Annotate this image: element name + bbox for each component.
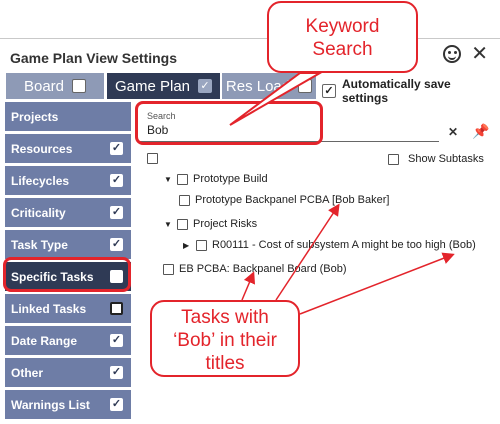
sidebar-item-criticality[interactable]: Criticality ✓ [5,198,131,227]
sidebar-item-label: Date Range [11,333,78,348]
sidebar-item-linked-tasks[interactable]: Linked Tasks [5,294,131,323]
smiley-icon[interactable] [443,45,462,63]
autosave-toggle[interactable]: ✓ Automatically save settings [322,77,500,105]
tree-item[interactable]: EB PCBA: Backpanel Board (Bob) [163,263,347,275]
tree-item[interactable]: Prototype Backpanel PCBA [Bob Baker] [179,194,389,206]
sidebar-item-label: Lifecycles [11,173,70,188]
dialog-title: Game Plan View Settings [10,50,178,66]
sidebar-checkbox[interactable]: ✓ [110,206,123,219]
show-subtasks-checkbox[interactable] [388,153,399,165]
expand-right-icon[interactable]: ▶ [183,241,191,250]
pin-icon[interactable]: 📌 [472,123,489,140]
tab-res-load-label: Res Load [225,77,291,95]
autosave-checkbox[interactable]: ✓ [322,84,336,98]
tab-board[interactable]: Board [6,73,104,99]
tab-game-plan-checkbox[interactable]: ✓ [198,79,213,93]
sidebar-item-lifecycles[interactable]: Lifecycles ✓ [5,166,131,195]
expand-down-icon[interactable]: ▼ [164,175,172,184]
specific-tasks-highlight-outline [3,257,131,292]
search-highlight-outline [135,101,323,145]
sidebar-item-projects[interactable]: Projects [5,102,131,131]
callout-text-line: titles [205,353,245,374]
dialog-header-icons: ✕ [443,44,488,64]
close-icon[interactable]: ✕ [471,44,488,64]
select-all-checkbox[interactable] [147,153,158,164]
callout-text-line: ‘Bob’ in their [173,330,277,351]
tree-item-label: R00111 - Cost of subsystem A might be to… [212,239,476,251]
callout-text-line: Tasks with [181,307,269,328]
sidebar-checkbox[interactable]: ✓ [110,238,123,251]
sidebar-checkbox[interactable]: ✓ [110,174,123,187]
expand-down-icon[interactable]: ▼ [164,220,172,229]
sidebar-item-date-range[interactable]: Date Range ✓ [5,326,131,355]
callout-text-line: Keyword [305,16,380,37]
tree-item-checkbox[interactable] [179,194,190,206]
sidebar-item-label: Projects [11,109,59,124]
sidebar-item-task-type[interactable]: Task Type ✓ [5,230,131,259]
tree-item[interactable]: ▼ Project Risks [164,218,257,230]
tab-board-checkbox[interactable] [72,79,87,93]
sidebar-item-label: Linked Tasks [11,301,87,316]
sidebar-item-label: Other [11,365,44,380]
tree-item-label: Prototype Build [193,173,268,185]
tab-res-load[interactable]: Res Load [222,73,316,99]
sidebar-item-label: Resources [11,141,73,156]
tree-item[interactable]: ▶ R00111 - Cost of subsystem A might be … [183,239,476,251]
select-all-row[interactable] [147,153,158,164]
tree-item-checkbox[interactable] [163,263,174,275]
callout-text-line: Search [312,39,373,60]
tasks-with-bob-callout: Tasks with ‘Bob’ in their titles [150,300,300,377]
autosave-label: Automatically save settings [342,77,451,105]
sidebar-item-label: Warnings List [11,397,90,412]
tab-game-plan-label: Game Plan [114,77,191,95]
sidebar-item-warnings-list[interactable]: Warnings List ✓ [5,390,131,419]
keyword-search-callout: Keyword Search [267,1,418,73]
sidebar-item-resources[interactable]: Resources ✓ [5,134,131,163]
tree-item-checkbox[interactable] [177,173,188,185]
sidebar-checkbox[interactable]: ✓ [110,398,123,411]
tree-item[interactable]: ▼ Prototype Build [164,173,268,185]
tab-board-label: Board [23,77,65,95]
show-subtasks-label: Show Subtasks [408,153,484,165]
show-subtasks-toggle[interactable]: Show Subtasks [388,153,484,165]
tree-item-label: Prototype Backpanel PCBA [Bob Baker] [195,194,390,206]
tree-item-checkbox[interactable] [196,239,207,251]
tab-game-plan[interactable]: Game Plan ✓ [107,73,220,99]
sidebar-checkbox[interactable]: ✓ [110,366,123,379]
tree-item-checkbox[interactable] [177,218,188,230]
view-tabs: Board Game Plan ✓ Res Load ✓ Automatical… [0,73,500,105]
sidebar-checkbox[interactable]: ✓ [110,334,123,347]
tree-item-label: EB PCBA: Backpanel Board (Bob) [179,263,347,275]
sidebar-checkbox[interactable]: ✓ [110,142,123,155]
tab-res-load-checkbox[interactable] [298,79,313,93]
sidebar-item-label: Criticality [11,205,66,220]
tree-item-label: Project Risks [193,218,258,230]
sidebar-item-label: Task Type [11,237,68,252]
sidebar-checkbox[interactable] [110,302,123,315]
sidebar-item-other[interactable]: Other ✓ [5,358,131,387]
clear-search-icon[interactable]: ✕ [448,125,458,139]
